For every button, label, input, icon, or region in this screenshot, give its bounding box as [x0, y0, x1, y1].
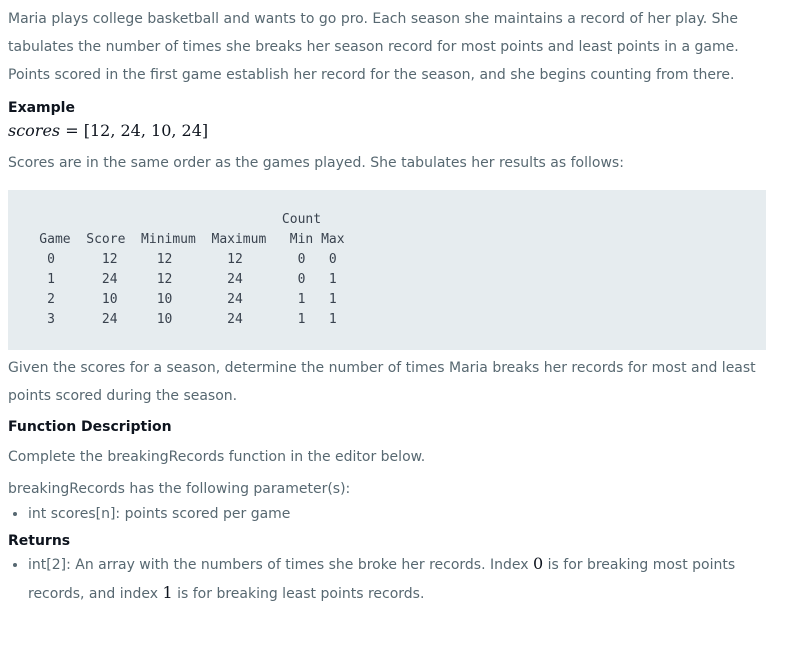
function-description-heading: Function Description — [8, 419, 172, 435]
table-row: 3 24 10 24 1 1 — [8, 312, 337, 327]
results-table: Count Game Score Minimum Maximum Min Max… — [8, 190, 766, 350]
index-one: 1 — [162, 583, 173, 602]
intro-paragraph: Maria plays college basketball and wants… — [8, 11, 739, 83]
returns-text: int[2]: An array with the numbers of tim… — [28, 557, 533, 573]
task-paragraph: Given the scores for a season, determine… — [8, 360, 756, 404]
table-header-count: Count — [8, 212, 322, 227]
math-equals: = — [60, 121, 84, 140]
list-item: int scores[n]: points scored per game — [28, 500, 779, 528]
math-value: [12, 24, 10, 24] — [83, 121, 209, 140]
parameters-text: breakingRecords has the following parame… — [8, 481, 351, 497]
example-heading: Example — [8, 100, 75, 116]
table-row: 1 24 12 24 0 1 — [8, 272, 337, 287]
returns-text: is for breaking least points records. — [172, 586, 425, 602]
example-math: scores = [12, 24, 10, 24] — [8, 119, 779, 143]
returns-list: int[2]: An array with the numbers of tim… — [8, 550, 779, 608]
list-item: int[2]: An array with the numbers of tim… — [28, 550, 779, 608]
problem-statement: Maria plays college basketball and wants… — [0, 5, 787, 608]
returns-heading: Returns — [8, 533, 71, 549]
table-row: 0 12 12 12 0 0 — [8, 252, 337, 267]
function-description-text: Complete the breakingRecords function in… — [8, 449, 426, 465]
math-variable: scores — [8, 121, 61, 140]
table-header-columns: Game Score Minimum Maximum Min Max — [8, 232, 345, 247]
parameters-list: int scores[n]: points scored per game — [8, 500, 779, 528]
example-explanation: Scores are in the same order as the game… — [8, 155, 624, 171]
table-row: 2 10 10 24 1 1 — [8, 292, 337, 307]
index-zero: 0 — [533, 554, 544, 573]
